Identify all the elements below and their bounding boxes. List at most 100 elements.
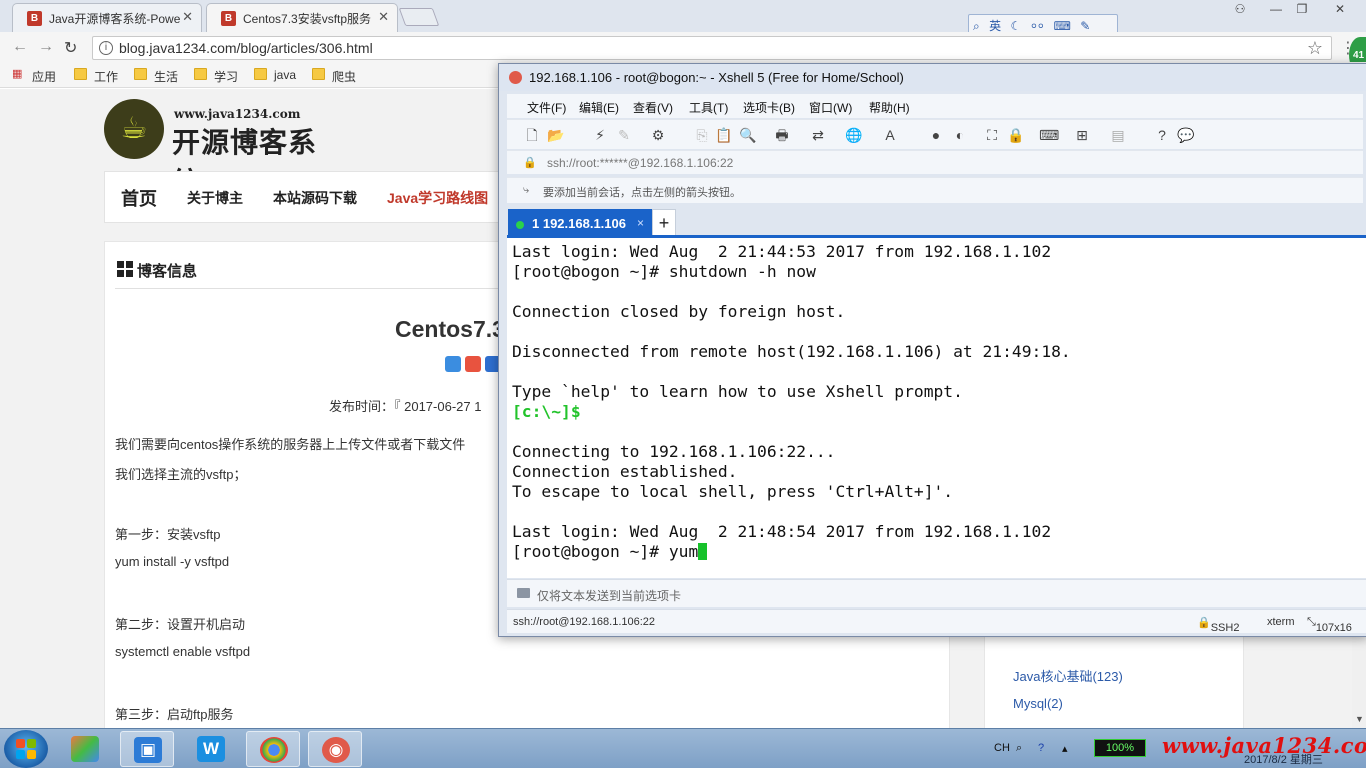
- menu-window[interactable]: 窗口(W): [809, 99, 852, 116]
- taskbar-app[interactable]: [58, 731, 112, 767]
- user-profile-icon[interactable]: ⚇: [1228, 0, 1252, 18]
- font-icon[interactable]: A: [881, 126, 899, 144]
- compose-placeholder: 仅将文本发送到当前选项卡: [537, 589, 682, 603]
- reload-icon[interactable]: ↻: [64, 38, 77, 58]
- start-button[interactable]: [4, 730, 48, 768]
- bookmark-folder[interactable]: 学习: [192, 68, 238, 85]
- xshell-titlebar[interactable]: 192.168.1.106 - root@bogon:~ - Xshell 5 …: [499, 64, 1366, 91]
- bookmark-apps[interactable]: ▦ 应用: [10, 68, 56, 85]
- clock-date[interactable]: 2017/8/2 星期三: [1244, 751, 1323, 767]
- back-icon[interactable]: ←: [12, 38, 28, 56]
- open-folder-icon[interactable]: 📂: [547, 126, 565, 144]
- connected-status-icon: [516, 221, 524, 229]
- category-link[interactable]: Java核心基础(123): [1013, 666, 1123, 685]
- ime-keyboard-icon[interactable]: ⌨: [1054, 19, 1071, 33]
- find-icon[interactable]: 🔍: [739, 126, 757, 144]
- nav-java-roadmap[interactable]: Java学习路线图: [387, 188, 488, 208]
- wps-app-icon: W: [197, 736, 225, 762]
- fullscreen-icon[interactable]: ⛶: [983, 126, 1001, 144]
- transfer-icon[interactable]: ⇄: [809, 126, 827, 144]
- bookmark-folder[interactable]: 爬虫: [310, 68, 356, 85]
- ime-settings-icon[interactable]: ✎: [1080, 19, 1090, 33]
- ime-punct-icon[interactable]: ⸰⸰: [1031, 19, 1045, 33]
- keyboard-icon[interactable]: ⌨: [1039, 126, 1059, 144]
- browser-tab[interactable]: B Java开源博客系统-Powe ✕: [12, 3, 202, 32]
- nav-source-download[interactable]: 本站源码下载: [273, 188, 357, 208]
- reconnect-icon[interactable]: ⚡: [591, 126, 609, 144]
- nav-about[interactable]: 关于博主: [187, 188, 243, 208]
- new-session-icon[interactable]: 🗋: [523, 126, 541, 144]
- media-app-icon: [71, 736, 99, 762]
- show-hidden-icons[interactable]: ▴: [1062, 742, 1068, 755]
- compose-bar[interactable]: 仅将文本发送到当前选项卡: [507, 579, 1366, 607]
- taskbar-app[interactable]: [246, 731, 300, 767]
- nav-home[interactable]: 首页: [121, 185, 157, 211]
- battery-indicator[interactable]: 100%: [1094, 739, 1146, 757]
- session-hint-bar: ⤷ 要添加当前会话，点击左侧的箭头按钮。: [507, 177, 1363, 203]
- terminal-line: Connection established.: [512, 462, 738, 481]
- xshell-tabrow: 1 192.168.1.106 × +: [507, 207, 1366, 237]
- panel-title: 博客信息: [117, 260, 197, 281]
- xmanager-icon[interactable]: ◐: [951, 126, 969, 144]
- close-tab-icon[interactable]: ×: [637, 216, 644, 230]
- bookmark-folder[interactable]: 工作: [72, 68, 118, 85]
- category-link[interactable]: Mysql(2): [1013, 696, 1063, 711]
- new-tab-icon[interactable]: ⊞: [1073, 126, 1091, 144]
- paste-icon[interactable]: 📋: [715, 126, 733, 144]
- menu-tools[interactable]: 工具(T): [689, 99, 728, 116]
- session-address-bar[interactable]: 🔒 ssh://root:******@192.168.1.106:22: [507, 150, 1363, 174]
- add-tab-button[interactable]: +: [652, 209, 676, 237]
- scroll-down-icon[interactable]: ▼: [1355, 714, 1364, 724]
- ime-logo-icon[interactable]: ⌕: [973, 19, 980, 33]
- menu-file[interactable]: 文件(F): [527, 99, 566, 116]
- layout-icon[interactable]: ▤: [1109, 126, 1127, 144]
- ime-tray-icon[interactable]: ⌕: [1016, 742, 1022, 755]
- menu-view[interactable]: 查看(V): [633, 99, 673, 116]
- address-bar[interactable]: i blog.java1234.com/blog/articles/306.ht…: [92, 36, 1332, 60]
- lock-icon[interactable]: 🔒: [1007, 126, 1025, 144]
- maximize-button[interactable]: ❐: [1290, 0, 1314, 18]
- forward-icon[interactable]: →: [38, 38, 54, 56]
- qzone-share-icon[interactable]: [445, 356, 461, 372]
- minimize-button[interactable]: —: [1264, 0, 1288, 18]
- taskbar-app[interactable]: ▣: [120, 731, 174, 767]
- browser-tab-active[interactable]: B Centos7.3安装vsftp服务 ✕: [206, 3, 398, 32]
- help-icon[interactable]: ?: [1153, 126, 1171, 144]
- help-tray-icon[interactable]: ?: [1038, 742, 1044, 754]
- globe-icon[interactable]: 🌐: [845, 126, 863, 144]
- menu-tabs[interactable]: 选项卡(B): [743, 99, 795, 116]
- copy-icon[interactable]: ⎘: [693, 126, 711, 144]
- site-logo[interactable]: ☕ www.java1234.com 开源博客系统: [104, 97, 344, 198]
- xshell-app-icon: [509, 71, 522, 84]
- language-indicator[interactable]: CH: [994, 742, 1010, 754]
- print-icon[interactable]: 🖶: [773, 126, 791, 144]
- site-info-icon[interactable]: i: [99, 41, 113, 55]
- add-session-arrow-icon[interactable]: ⤷: [523, 184, 529, 197]
- bookmark-star-icon[interactable]: ☆: [1307, 38, 1323, 59]
- menu-help[interactable]: 帮助(H): [869, 99, 910, 116]
- bookmark-folder[interactable]: java: [252, 68, 296, 82]
- disconnect-icon[interactable]: ✎: [615, 126, 633, 144]
- properties-icon[interactable]: ⚙: [649, 126, 667, 144]
- close-tab-icon[interactable]: ✕: [378, 9, 389, 25]
- coffee-cup-logo-icon: ☕: [104, 99, 164, 159]
- taskbar-app[interactable]: W: [184, 731, 238, 767]
- weibo-share-icon[interactable]: [465, 356, 481, 372]
- session-tab[interactable]: 1 192.168.1.106 ×: [508, 209, 652, 237]
- ime-moon-icon[interactable]: ☾: [1010, 19, 1021, 33]
- xshell-statusbar: ssh://root@192.168.1.106:22 🔒 SSH2 xterm…: [507, 609, 1366, 634]
- terminal[interactable]: Last login: Wed Aug 2 21:44:53 2017 from…: [507, 238, 1366, 578]
- terminal-line: Last login: Wed Aug 2 21:44:53 2017 from…: [512, 242, 1052, 261]
- chat-icon[interactable]: 💬: [1177, 126, 1195, 144]
- menu-edit[interactable]: 编辑(E): [579, 99, 619, 116]
- taskbar-app[interactable]: ◉: [308, 731, 362, 767]
- ime-language-toggle[interactable]: 英: [989, 19, 1001, 33]
- close-window-button[interactable]: ✕: [1326, 0, 1354, 18]
- bookmark-folder[interactable]: 生活: [132, 68, 178, 85]
- terminal-cursor: [698, 543, 708, 560]
- xftp-icon[interactable]: ●: [927, 126, 945, 144]
- new-tab-button[interactable]: [398, 8, 440, 26]
- close-tab-icon[interactable]: ✕: [182, 9, 193, 25]
